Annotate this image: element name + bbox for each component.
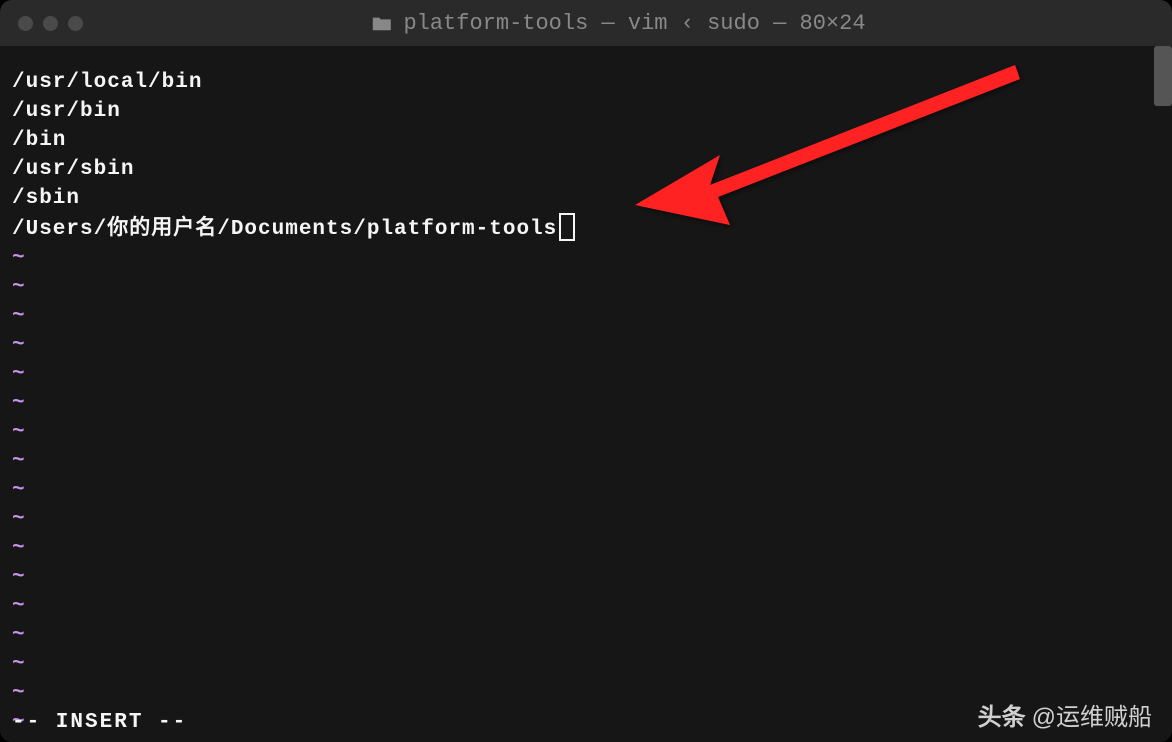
- tilde-line: ~: [12, 534, 1160, 563]
- editor-line-cursor: /Users/你的用户名/Documents/platform-tools: [12, 213, 1160, 244]
- terminal-window: platform-tools — vim ‹ sudo — 80×24 /usr…: [0, 0, 1172, 742]
- watermark-user: @运维贼船: [1032, 697, 1152, 732]
- tilde-line: ~: [12, 389, 1160, 418]
- tilde-line: ~: [12, 563, 1160, 592]
- tilde-line: ~: [12, 447, 1160, 476]
- watermark: 头条 @运维贼船: [978, 697, 1152, 732]
- tilde-line: ~: [12, 331, 1160, 360]
- terminal-body[interactable]: /usr/local/bin /usr/bin /bin /usr/sbin /…: [0, 46, 1172, 742]
- title-text: platform-tools — vim ‹ sudo — 80×24: [403, 11, 865, 36]
- tilde-line: ~: [12, 505, 1160, 534]
- window-title: platform-tools — vim ‹ sudo — 80×24: [83, 11, 1154, 36]
- title-bar: platform-tools — vim ‹ sudo — 80×24: [0, 0, 1172, 46]
- editor-line: /usr/bin: [12, 97, 1160, 126]
- watermark-brand: 头条: [978, 697, 1026, 732]
- tilde-line: ~: [12, 650, 1160, 679]
- tilde-line: ~: [12, 360, 1160, 389]
- editor-line: /bin: [12, 126, 1160, 155]
- tilde-line: ~: [12, 302, 1160, 331]
- scrollbar[interactable]: [1154, 46, 1172, 106]
- tilde-lines: ~~~~~~~~~~~~~~~~~: [12, 244, 1160, 737]
- tilde-line: ~: [12, 476, 1160, 505]
- minimize-button[interactable]: [43, 16, 58, 31]
- editor-line: /usr/sbin: [12, 155, 1160, 184]
- tilde-line: ~: [12, 273, 1160, 302]
- close-button[interactable]: [18, 16, 33, 31]
- editor-line: /sbin: [12, 184, 1160, 213]
- editor-line: /usr/local/bin: [12, 68, 1160, 97]
- tilde-line: ~: [12, 418, 1160, 447]
- folder-icon: [371, 14, 393, 32]
- tilde-line: ~: [12, 244, 1160, 273]
- traffic-lights: [18, 16, 83, 31]
- tilde-line: ~: [12, 592, 1160, 621]
- maximize-button[interactable]: [68, 16, 83, 31]
- vim-status-line: -- INSERT --: [12, 711, 187, 734]
- tilde-line: ~: [12, 621, 1160, 650]
